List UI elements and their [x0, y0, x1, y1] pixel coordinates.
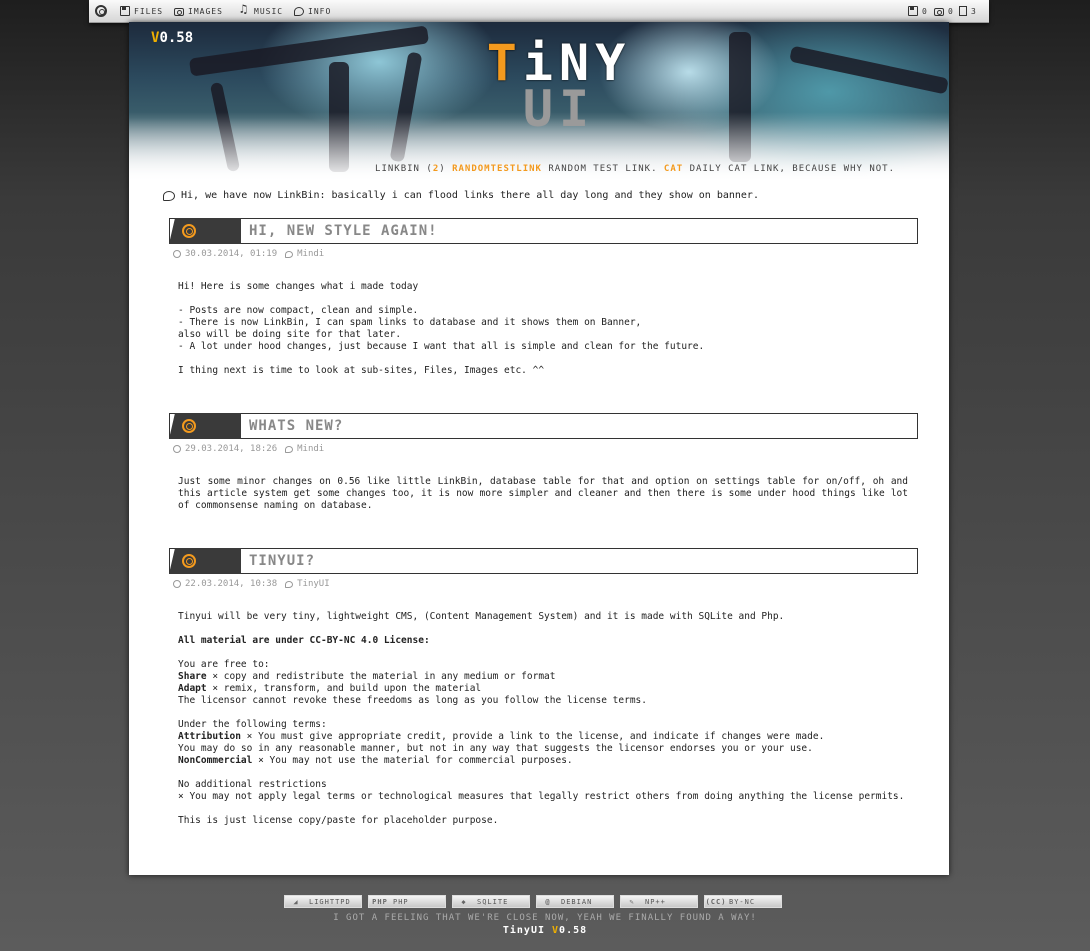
version-label: V0.58	[151, 30, 194, 46]
footer-version: TinyUI V0.58	[502, 925, 588, 936]
badge-debian[interactable]: @ debian	[536, 895, 614, 908]
article: Hi, new style again! 30.03.2014, 01:19 M…	[169, 218, 918, 377]
speech-bubble-icon	[285, 445, 294, 453]
article-body: Just some minor changes on 0.56 like lit…	[178, 476, 908, 511]
footer-tagline: I got a feeling that we're close now, ye…	[333, 913, 757, 923]
linkbin-link-randomtestlink[interactable]: RandomTestLink	[452, 164, 542, 174]
feather-icon: ◢	[293, 897, 299, 906]
pages-count-value: 3	[971, 6, 977, 16]
linkbin-desc: Random Test Link.	[548, 164, 658, 174]
floppy-icon	[908, 6, 918, 16]
footer-badges: ◢ lighttpd php php ◆ sqlite @ debian ✎ n…	[284, 895, 782, 908]
files-count-value: 0	[922, 6, 928, 16]
article-author[interactable]: Mindi	[297, 444, 324, 454]
article-date: 30.03.2014, 01:19	[185, 249, 278, 259]
camera-icon	[174, 8, 184, 16]
nav-music[interactable]: Music	[240, 2, 284, 17]
article-author[interactable]: TinyUI	[297, 579, 330, 589]
nav-files[interactable]: Files	[120, 5, 163, 17]
camera-icon	[934, 8, 944, 16]
sqlite-icon: ◆	[461, 897, 467, 906]
linkbin: LinkBin (2) RandomTestLink Random Test L…	[375, 164, 895, 174]
article-author[interactable]: Mindi	[297, 249, 324, 259]
images-count-value: 0	[948, 6, 954, 16]
notepadpp-icon: ✎	[629, 897, 635, 906]
music-icon	[240, 2, 250, 16]
clock-icon	[173, 445, 181, 453]
nav-files-label: Files	[134, 6, 164, 16]
article: Whats new? 29.03.2014, 18:26 Mindi Just …	[169, 413, 918, 512]
main-panel: V0.58 TiNY UI LinkBin (2) RandomTestLink…	[129, 22, 949, 875]
clock-icon	[173, 580, 181, 588]
swirl-logo-icon	[182, 419, 196, 433]
cc-icon: (cc)	[705, 897, 727, 906]
site-logo[interactable]: TiNY UI	[479, 38, 639, 134]
badge-lighttpd[interactable]: ◢ lighttpd	[284, 895, 362, 908]
home-logo-icon[interactable]	[95, 5, 107, 17]
files-count: 0	[908, 5, 928, 17]
speech-bubble-icon	[294, 6, 304, 16]
linkbin-desc: Daily cat link, because why not.	[689, 164, 895, 174]
badge-by-nc[interactable]: (cc) by-nc	[704, 895, 782, 908]
speech-bubble-icon	[163, 190, 175, 201]
linkbin-link-cat[interactable]: Cat	[664, 164, 683, 174]
article-date: 22.03.2014, 10:38	[185, 579, 278, 589]
notice: Hi, we have now LinkBin: basically i can…	[163, 190, 759, 201]
badge-sqlite[interactable]: ◆ sqlite	[452, 895, 530, 908]
speech-bubble-icon	[285, 250, 294, 258]
banner: V0.58 TiNY UI LinkBin (2) RandomTestLink…	[129, 22, 949, 182]
article-body: Hi! Here is some changes what i made tod…	[178, 281, 705, 376]
speech-bubble-icon	[285, 580, 294, 588]
notice-text: Hi, we have now LinkBin: basically i can…	[181, 190, 759, 201]
nav-info[interactable]: Info	[294, 5, 331, 17]
article-body: Tinyui will be very tiny, lightweight CM…	[178, 611, 905, 826]
article-meta: 22.03.2014, 10:38 TinyUI	[173, 579, 918, 589]
document-icon	[959, 6, 967, 16]
swirl-logo-icon	[182, 224, 196, 238]
images-count: 0	[934, 5, 954, 17]
article: TinyUI? 22.03.2014, 10:38 TinyUI Tinyui …	[169, 548, 918, 827]
article-title[interactable]: TinyUI?	[249, 553, 315, 569]
nav-info-label: Info	[308, 6, 332, 16]
clock-icon	[173, 250, 181, 258]
article-title[interactable]: Whats new?	[249, 418, 343, 434]
nav-images-label: Images	[188, 6, 223, 16]
badge-php[interactable]: php php	[368, 895, 446, 908]
license-heading: All material are under CC-BY-NC 4.0 Lice…	[178, 635, 430, 646]
floppy-icon	[120, 6, 130, 16]
article-meta: 29.03.2014, 18:26 Mindi	[173, 444, 918, 454]
nav-images[interactable]: Images	[174, 5, 223, 17]
article-meta: 30.03.2014, 01:19 Mindi	[173, 249, 918, 259]
article-date: 29.03.2014, 18:26	[185, 444, 278, 454]
debian-icon: @	[545, 897, 551, 906]
article-header: TinyUI?	[169, 548, 918, 574]
swirl-logo-icon	[182, 554, 196, 568]
article-header: Whats new?	[169, 413, 918, 439]
top-nav-bar: Files Images Music Info 0 0 3	[89, 0, 989, 23]
article-title[interactable]: Hi, new style again!	[249, 223, 438, 239]
badge-notepadpp[interactable]: ✎ np++	[620, 895, 698, 908]
article-header: Hi, new style again!	[169, 218, 918, 244]
pages-count: 3	[959, 5, 977, 17]
nav-music-label: Music	[254, 6, 284, 16]
php-icon: php	[372, 897, 388, 906]
